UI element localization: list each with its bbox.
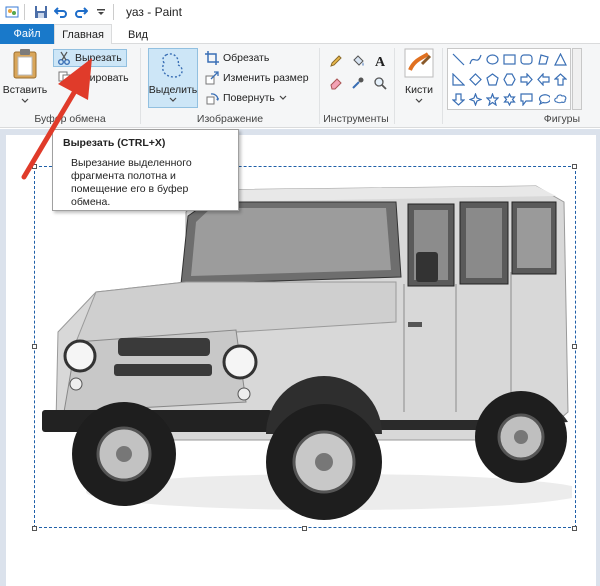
resize-handle[interactable] <box>32 526 37 531</box>
triangle-shape-icon[interactable] <box>552 49 569 69</box>
title-bar: уаз - Paint <box>0 0 600 24</box>
rounded-rectangle-shape-icon[interactable] <box>518 49 535 69</box>
crop-button[interactable]: Обрезать <box>204 49 269 67</box>
rotate-icon <box>204 90 220 106</box>
resize-icon <box>204 70 220 86</box>
clipboard-icon <box>13 49 37 79</box>
arrow-left-shape-icon[interactable] <box>535 69 552 89</box>
resize-handle[interactable] <box>572 164 577 169</box>
four-point-star-shape-icon[interactable] <box>467 89 484 109</box>
magnifier-icon[interactable] <box>369 72 391 94</box>
resize-handle[interactable] <box>32 344 37 349</box>
customize-toolbar-icon[interactable] <box>93 4 109 20</box>
oval-shape-icon[interactable] <box>484 49 501 69</box>
right-triangle-shape-icon[interactable] <box>450 69 467 89</box>
line-shape-icon[interactable] <box>450 49 467 69</box>
brushes-label: Кисти <box>405 84 433 96</box>
tooltip-body: Вырезание выделенного фрагмента полотна … <box>63 157 228 209</box>
brush-icon <box>404 48 434 78</box>
chevron-down-icon <box>415 98 423 103</box>
arrow-up-shape-icon[interactable] <box>552 69 569 89</box>
tooltip-line: фрагмента полотна и <box>71 170 176 182</box>
resize-button[interactable]: Изменить размер <box>204 69 309 87</box>
svg-text:A: A <box>375 55 386 68</box>
arrow-down-shape-icon[interactable] <box>450 89 467 109</box>
select-label: Выделить <box>148 84 198 96</box>
window-title: уаз - Paint <box>126 5 182 19</box>
paint-app-icon[interactable] <box>4 4 20 20</box>
arrow-right-shape-icon[interactable] <box>518 69 535 89</box>
color-picker-icon[interactable] <box>347 72 369 94</box>
image-group-label: Изображение <box>196 113 264 125</box>
tab-view[interactable]: Вид <box>118 24 158 45</box>
chevron-down-icon <box>21 98 29 103</box>
resize-handle[interactable] <box>32 164 37 169</box>
resize-handle[interactable] <box>302 526 307 531</box>
undo-icon[interactable] <box>53 4 69 20</box>
tools-grid: A <box>325 50 391 94</box>
fill-bucket-icon[interactable] <box>347 50 369 72</box>
shapes-group-label: Фигуры <box>543 113 580 125</box>
shapes-gallery <box>447 48 571 110</box>
tab-home[interactable]: Главная <box>54 24 112 45</box>
copy-label: пировать <box>84 72 129 84</box>
divider <box>113 4 114 20</box>
copy-button[interactable]: пировать <box>57 69 129 87</box>
tooltip-line: обмена. <box>71 196 111 208</box>
clipboard-group-label: Буфер обмена <box>34 113 106 125</box>
divider <box>24 4 25 20</box>
rotate-label: Повернуть <box>223 92 275 104</box>
resize-handle[interactable] <box>572 526 577 531</box>
ribbon: Вставить Вырезать пировать Буфер обмена … <box>0 44 600 128</box>
resize-handle[interactable] <box>572 344 577 349</box>
tooltip-title: Вырезать (CTRL+X) <box>63 137 166 149</box>
hexagon-shape-icon[interactable] <box>501 69 518 89</box>
cut-tooltip: Вырезать (CTRL+X) Вырезание выделенного … <box>52 129 239 211</box>
pencil-icon[interactable] <box>325 50 347 72</box>
rectangle-shape-icon[interactable] <box>501 49 518 69</box>
scissors-icon <box>56 50 72 66</box>
five-point-star-shape-icon[interactable] <box>484 89 501 109</box>
paste-label: Вставить <box>2 84 48 96</box>
polygon-shape-icon[interactable] <box>535 49 552 69</box>
redo-icon[interactable] <box>73 4 89 20</box>
save-icon[interactable] <box>33 4 49 20</box>
tooltip-line: помещение его в буфер <box>71 183 189 195</box>
paste-button[interactable]: Вставить <box>2 48 48 104</box>
cloud-callout-shape-icon[interactable] <box>552 89 569 109</box>
chevron-down-icon <box>279 95 287 100</box>
six-point-star-shape-icon[interactable] <box>501 89 518 109</box>
chevron-down-icon <box>169 97 177 102</box>
rotate-button[interactable]: Повернуть <box>204 89 287 107</box>
divider <box>394 48 395 124</box>
tools-group-label: Инструменты <box>323 113 389 125</box>
brushes-button[interactable]: Кисти <box>399 48 439 104</box>
select-button[interactable]: Выделить <box>148 48 198 108</box>
crop-icon <box>204 50 220 66</box>
text-icon[interactable]: A <box>369 50 391 72</box>
free-select-icon <box>162 53 183 78</box>
shapes-scrollbar[interactable] <box>572 48 582 110</box>
ribbon-tabs: Файл Главная Вид <box>0 24 600 45</box>
resize-label: Изменить размер <box>223 72 309 84</box>
oval-callout-shape-icon[interactable] <box>535 89 552 109</box>
copy-icon <box>57 70 73 86</box>
tooltip-line: Вырезание выделенного <box>71 157 192 169</box>
crop-label: Обрезать <box>223 52 270 64</box>
curve-shape-icon[interactable] <box>467 49 484 69</box>
cut-button[interactable]: Вырезать <box>53 49 127 67</box>
selection-rectangle[interactable] <box>34 166 576 528</box>
tab-file[interactable]: Файл <box>0 24 54 44</box>
pentagon-shape-icon[interactable] <box>484 69 501 89</box>
eraser-icon[interactable] <box>325 72 347 94</box>
cut-label: Вырезать <box>75 52 122 64</box>
diamond-shape-icon[interactable] <box>467 69 484 89</box>
rect-callout-shape-icon[interactable] <box>518 89 535 109</box>
